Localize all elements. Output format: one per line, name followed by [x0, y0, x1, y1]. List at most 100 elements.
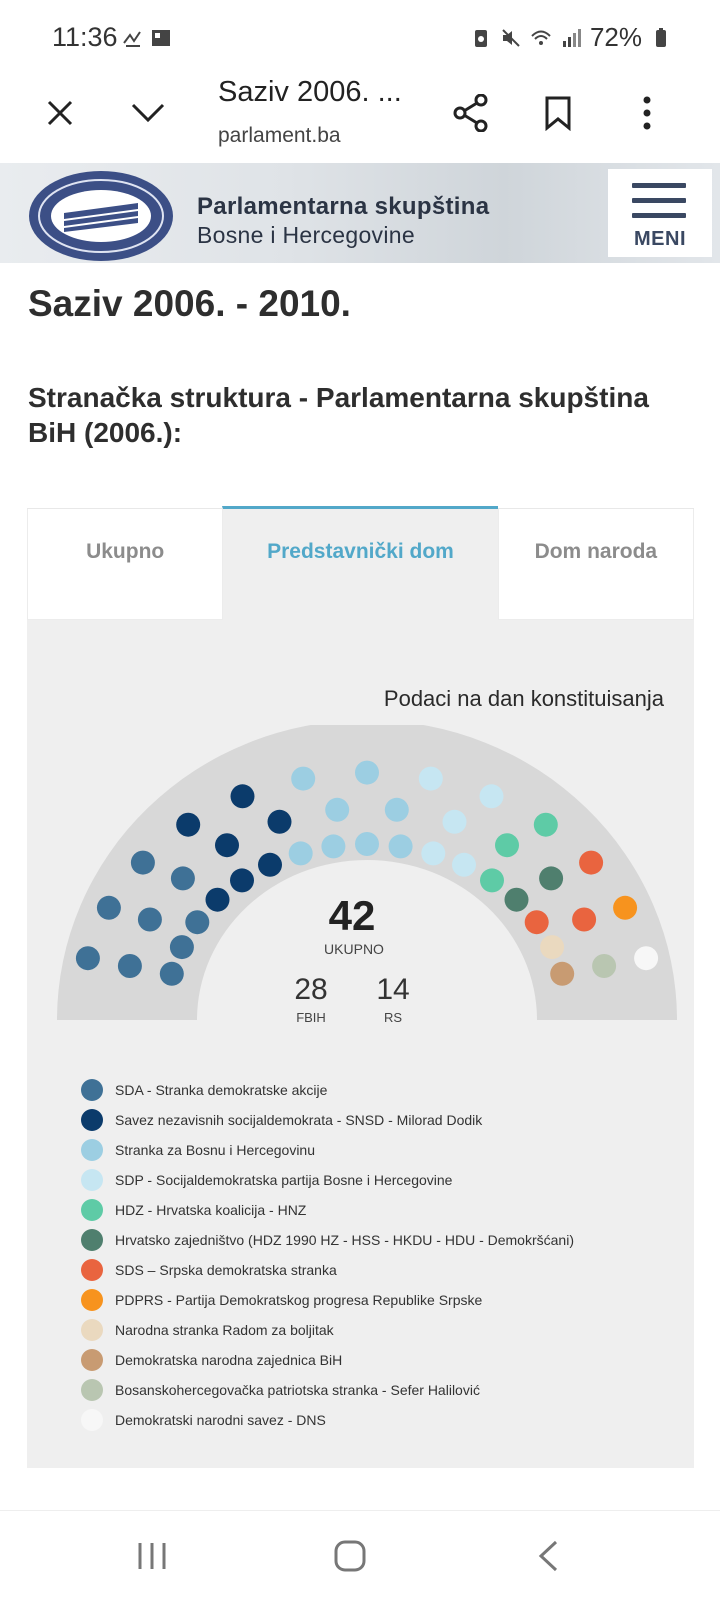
- tab-predstavnicki-dom[interactable]: Predstavnički dom: [222, 506, 498, 620]
- recent-apps-icon: [138, 1543, 166, 1569]
- chamber-tabs: Ukupno Predstavnički dom Dom naroda: [27, 506, 694, 620]
- legend-color-dot: [81, 1349, 103, 1371]
- seat-dot: [550, 961, 575, 986]
- page-title: Saziv 2006. - 2010.: [28, 283, 351, 324]
- seat-dot: [442, 809, 467, 834]
- legend-color-dot: [81, 1139, 103, 1161]
- seat-dot: [479, 784, 504, 809]
- seat-dot: [291, 766, 316, 791]
- more-options-button[interactable]: [622, 88, 672, 138]
- legend-item: Savez nezavisnih socijaldemokrata - SNSD…: [81, 1105, 574, 1135]
- chevron-down-icon: [131, 103, 165, 123]
- legend-item: SDP - Socijaldemokratska partija Bosne i…: [81, 1165, 574, 1195]
- legend-item: HDZ - Hrvatska koalicija - HNZ: [81, 1195, 574, 1225]
- hamburger-icon: [632, 183, 686, 188]
- legend-color-dot: [81, 1379, 103, 1401]
- more-vert-icon: [643, 96, 651, 130]
- close-button[interactable]: [35, 88, 85, 138]
- seat-dot: [504, 887, 529, 912]
- site-name-line1: Parlamentarna skupština: [197, 193, 490, 220]
- legend-item: Bosanskohercegovačka patriotska stranka …: [81, 1375, 574, 1405]
- legend-color-dot: [81, 1199, 103, 1221]
- legend-label: Demokratska narodna zajednica BiH: [115, 1352, 343, 1368]
- seat-dot: [355, 760, 379, 785]
- legend-item: SDS – Srpska demokratska stranka: [81, 1255, 574, 1285]
- fbih-label: FBIH: [296, 1010, 326, 1025]
- tab-page-title[interactable]: Saziv 2006. ...: [218, 76, 402, 109]
- section-title: Stranačka struktura - Parlamentarna skup…: [28, 382, 649, 448]
- tab-url[interactable]: parlament.ba: [218, 124, 341, 148]
- seat-dot: [421, 841, 446, 866]
- collapse-button[interactable]: [123, 88, 173, 138]
- seat-dot: [170, 866, 195, 891]
- legend-label: Savez nezavisnih socijaldemokrata - SNSD…: [115, 1112, 483, 1128]
- rs-label: RS: [384, 1010, 402, 1025]
- legend-label: SDS – Srpska demokratska stranka: [115, 1262, 337, 1278]
- seat-dot: [185, 910, 210, 935]
- legend-label: Stranka za Bosnu i Hercegovinu: [115, 1142, 315, 1158]
- legend-color-dot: [81, 1229, 103, 1251]
- party-legend: SDA - Stranka demokratske akcije Savez ne…: [81, 1075, 574, 1435]
- close-icon: [47, 100, 73, 126]
- status-bar: 11:36 72%: [0, 0, 720, 80]
- seat-dot: [230, 784, 255, 809]
- signal-icon: [562, 28, 581, 47]
- legend-label: Demokratski narodni savez - DNS: [115, 1412, 326, 1428]
- system-nav-bar: [0, 1510, 720, 1600]
- seat-dot: [159, 961, 184, 986]
- bookmark-button[interactable]: [533, 88, 583, 138]
- battery-percent: 72%: [589, 22, 642, 52]
- legend-color-dot: [81, 1319, 103, 1341]
- tab-dom-naroda[interactable]: Dom naroda: [497, 509, 694, 620]
- menu-label: MENI: [634, 228, 686, 250]
- legend-label: SDA - Stranka demokratske akcije: [115, 1082, 328, 1098]
- legend-item: Demokratska narodna zajednica BiH: [81, 1345, 574, 1375]
- seat-dot: [321, 834, 346, 859]
- status-right: 72%: [470, 22, 672, 53]
- legend-color-dot: [81, 1289, 103, 1311]
- back-button[interactable]: [518, 1531, 578, 1581]
- seat-dot: [117, 954, 142, 978]
- seat-dot: [96, 895, 121, 920]
- seat-dot: [495, 833, 519, 858]
- tab-ukupno[interactable]: Ukupno: [27, 509, 223, 620]
- home-button[interactable]: [320, 1531, 380, 1581]
- seat-dot: [384, 797, 409, 822]
- legend-label: PDPRS - Partija Demokratskog progresa Re…: [115, 1292, 483, 1308]
- seat-dot: [452, 852, 476, 877]
- legend-item: Demokratski narodni savez - DNS: [81, 1405, 574, 1435]
- seat-dot: [176, 812, 201, 837]
- legend-color-dot: [81, 1409, 103, 1431]
- seat-dot: [592, 954, 617, 978]
- legend-item: Hrvatsko zajedništvo (HDZ 1990 HZ - HSS …: [81, 1225, 574, 1255]
- legend-color-dot: [81, 1259, 103, 1281]
- hemicycle-chart: 42 UKUPNO 28 FBIH 14 RS: [57, 725, 677, 1025]
- seat-dot: [169, 935, 194, 960]
- seat-dot: [130, 850, 155, 875]
- share-icon: [453, 94, 488, 132]
- seat-dot: [524, 910, 549, 935]
- seat-dot: [267, 809, 292, 834]
- site-header: Parlamentarna skupština Bosne i Hercegov…: [0, 163, 720, 263]
- recent-apps-button[interactable]: [122, 1531, 182, 1581]
- legend-color-dot: [81, 1079, 103, 1101]
- seat-distribution-panel: Podaci na dan konstituisanja 42 UKUPNO 2…: [27, 620, 694, 1468]
- gallery-icon: [152, 30, 170, 46]
- legend-color-dot: [81, 1109, 103, 1131]
- seat-dot: [539, 866, 564, 891]
- seat-dot: [418, 766, 443, 791]
- seat-dot: [540, 935, 565, 960]
- parliament-logo-icon[interactable]: [26, 169, 176, 263]
- seat-dot: [579, 850, 604, 875]
- legend-label: SDP - Socijaldemokratska partija Bosne i…: [115, 1172, 453, 1188]
- legend-item: PDPRS - Partija Demokratskog progresa Re…: [81, 1285, 574, 1315]
- legend-color-dot: [81, 1169, 103, 1191]
- legend-item: SDA - Stranka demokratske akcije: [81, 1075, 574, 1105]
- menu-button[interactable]: MENI: [608, 169, 712, 257]
- share-button[interactable]: [446, 88, 496, 138]
- site-name-line2: Bosne i Hercegovine: [197, 222, 415, 248]
- seat-dot: [388, 834, 413, 859]
- battery-icon: [656, 27, 666, 47]
- seat-dot: [325, 797, 350, 822]
- legend-item: Narodna stranka Radom za boljitak: [81, 1315, 574, 1345]
